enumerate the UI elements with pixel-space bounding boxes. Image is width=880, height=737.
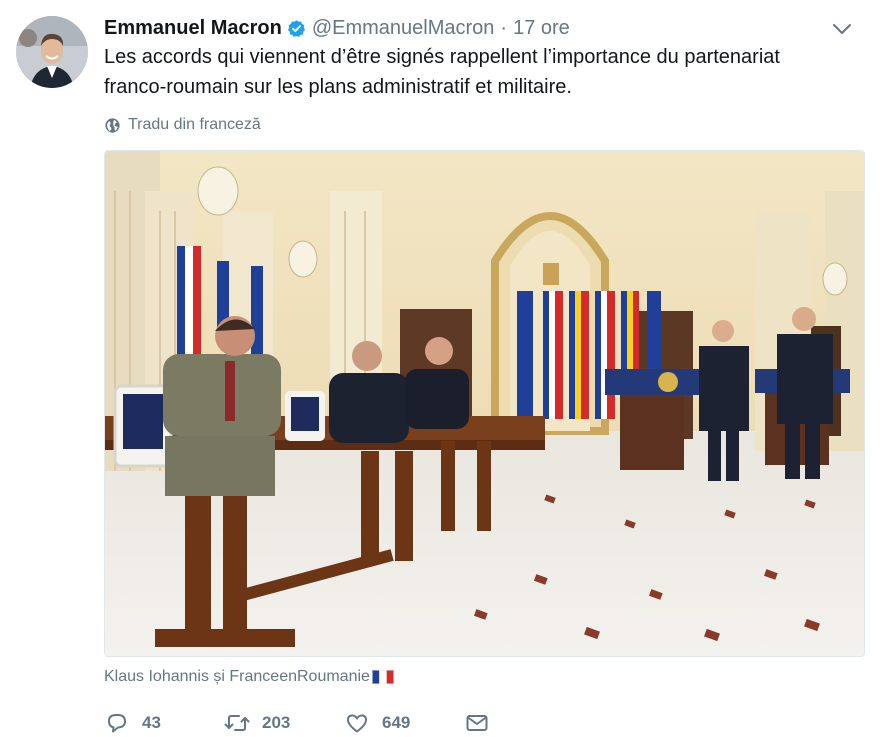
envelope-icon — [464, 710, 490, 736]
like-button[interactable]: 649 — [344, 710, 464, 736]
signing-ceremony-photo — [105, 151, 864, 656]
translate-label: Tradu din franceză — [128, 116, 261, 133]
author-avatar[interactable] — [16, 16, 88, 88]
header-separator: · — [500, 16, 508, 39]
translate-link[interactable]: Tradu din franceză — [104, 114, 261, 136]
reply-button[interactable]: 43 — [104, 710, 224, 736]
french-flag-icon — [371, 670, 394, 684]
tagged-people[interactable]: Klaus Iohannis și FranceenRoumanie — [104, 667, 394, 687]
direct-message-button[interactable] — [464, 710, 490, 736]
retweet-count: 203 — [262, 713, 291, 732]
tweet-text: Les accords qui viennent d’être signés r… — [104, 46, 780, 98]
chevron-down-icon[interactable] — [830, 18, 854, 40]
author-handle[interactable]: @EmmanuelMacron — [312, 17, 495, 40]
author-name[interactable]: Emmanuel Macron — [104, 17, 282, 40]
globe-icon — [104, 117, 121, 134]
tweet-timestamp[interactable]: 17 ore — [513, 17, 570, 40]
retweet-button[interactable]: 203 — [224, 710, 344, 736]
tweet-actions: 43 203 649 — [104, 710, 490, 736]
heart-icon — [344, 710, 370, 736]
reply-icon — [104, 710, 130, 736]
like-count: 649 — [382, 713, 411, 732]
retweet-icon — [224, 710, 250, 736]
tweet-header: Emmanuel Macron @EmmanuelMacron · 17 ore — [104, 16, 860, 40]
tweet-photo[interactable] — [104, 150, 865, 657]
tagged-people-label: Klaus Iohannis și FranceenRoumanie — [104, 668, 370, 685]
reply-count: 43 — [142, 713, 161, 732]
verified-badge-icon — [287, 19, 306, 38]
avatar-image — [16, 16, 88, 88]
